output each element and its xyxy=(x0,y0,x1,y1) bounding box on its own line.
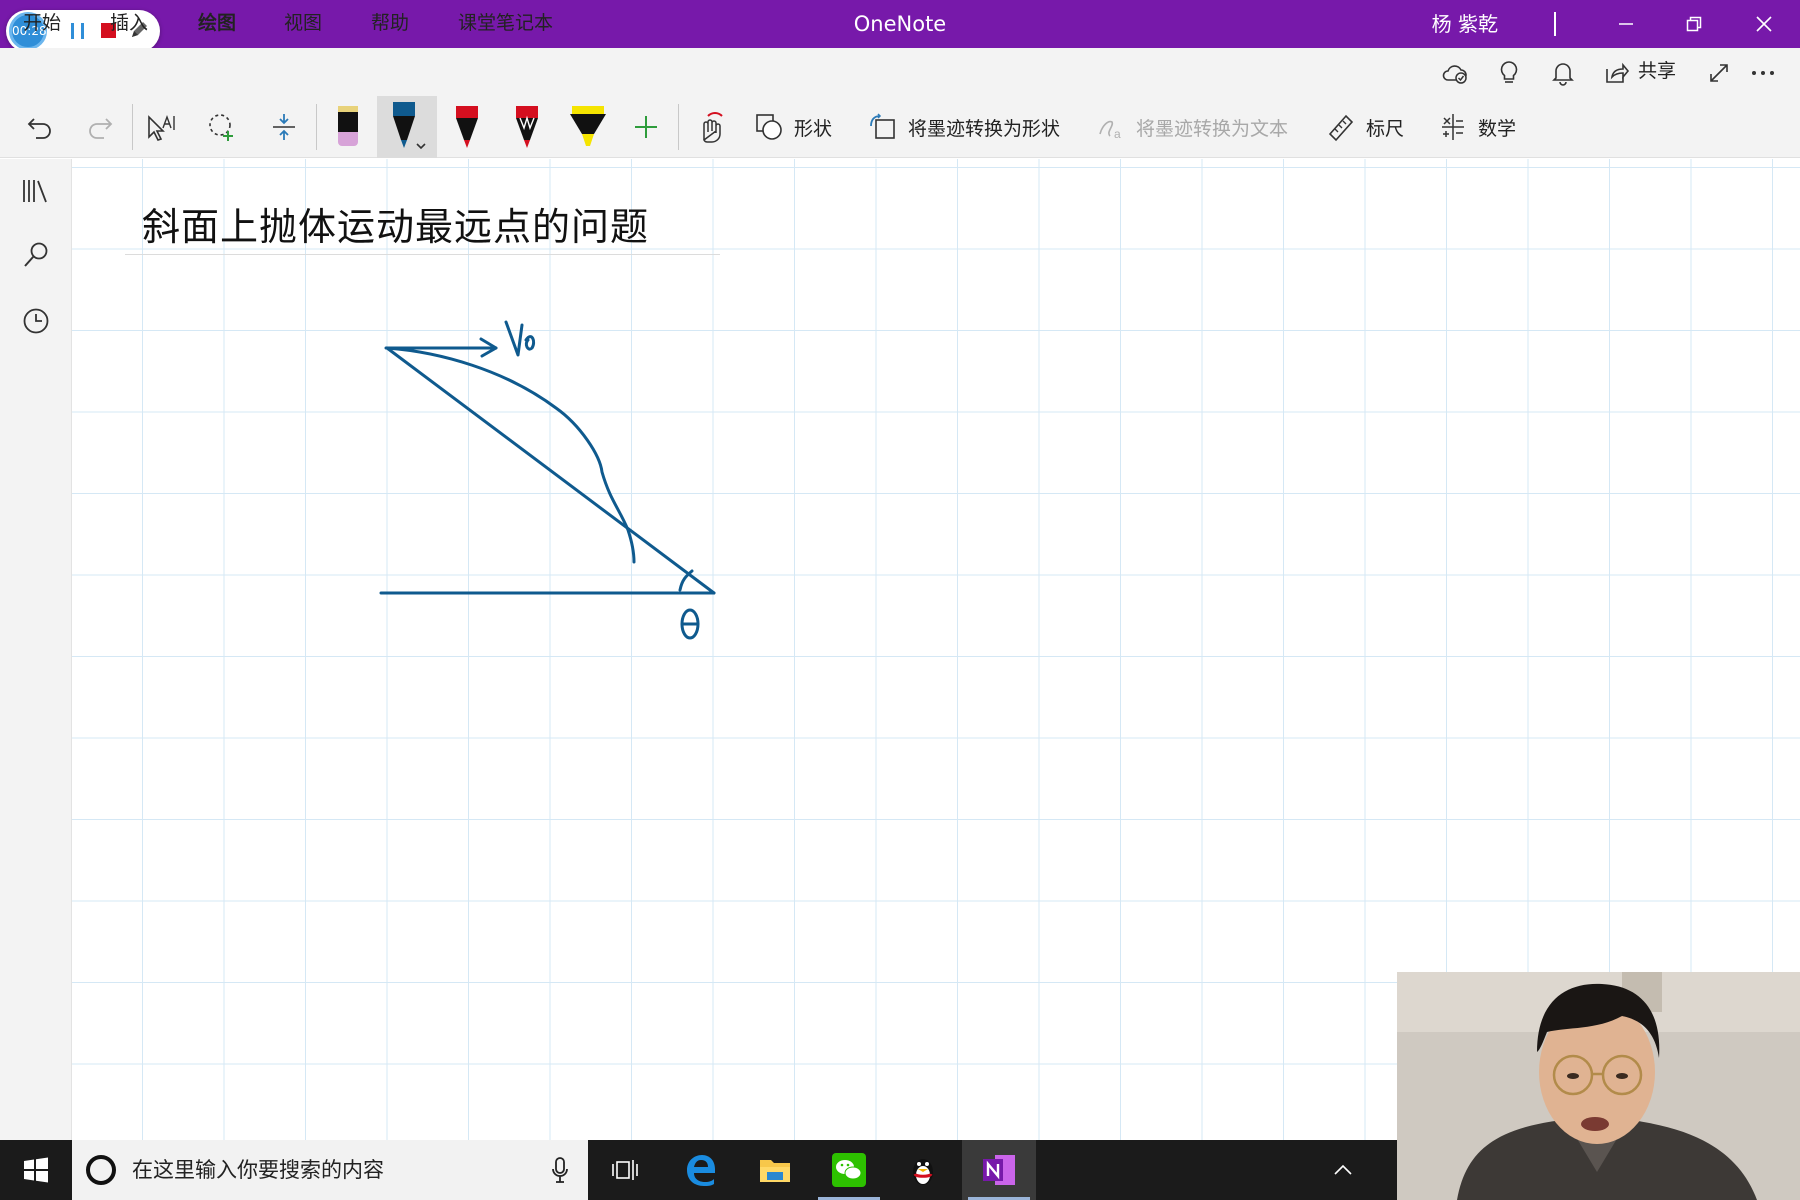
file-explorer-button[interactable] xyxy=(738,1140,812,1200)
onenote-icon xyxy=(983,1155,1015,1185)
qq-button[interactable] xyxy=(886,1140,960,1200)
webcam-person-image xyxy=(1397,972,1800,1200)
folder-icon xyxy=(760,1160,790,1182)
start-button[interactable] xyxy=(0,1140,72,1200)
wechat-button[interactable] xyxy=(812,1140,886,1200)
task-view-button[interactable] xyxy=(588,1140,662,1200)
task-view-icon xyxy=(612,1160,638,1180)
edge-browser-button[interactable] xyxy=(664,1140,738,1200)
edge-icon xyxy=(687,1155,715,1186)
webcam-video-overlay xyxy=(1397,972,1800,1200)
wechat-icon xyxy=(832,1153,866,1187)
v0-symbol xyxy=(504,320,524,357)
show-hidden-icons-button[interactable] xyxy=(1306,1140,1380,1200)
taskbar-search[interactable]: 在这里输入你要搜索的内容 xyxy=(72,1140,588,1200)
microphone-icon[interactable] xyxy=(550,1156,570,1184)
trajectory-curve xyxy=(385,346,636,564)
cortana-icon xyxy=(86,1155,116,1185)
search-placeholder: 在这里输入你要搜索的内容 xyxy=(132,1158,384,1182)
chevron-up-icon xyxy=(1334,1164,1352,1175)
v0-subscript xyxy=(524,335,536,351)
onenote-taskbar-button[interactable] xyxy=(962,1140,1036,1200)
windows-logo-icon xyxy=(24,1157,48,1183)
qq-penguin-icon xyxy=(913,1159,933,1185)
incline-line xyxy=(385,346,716,595)
